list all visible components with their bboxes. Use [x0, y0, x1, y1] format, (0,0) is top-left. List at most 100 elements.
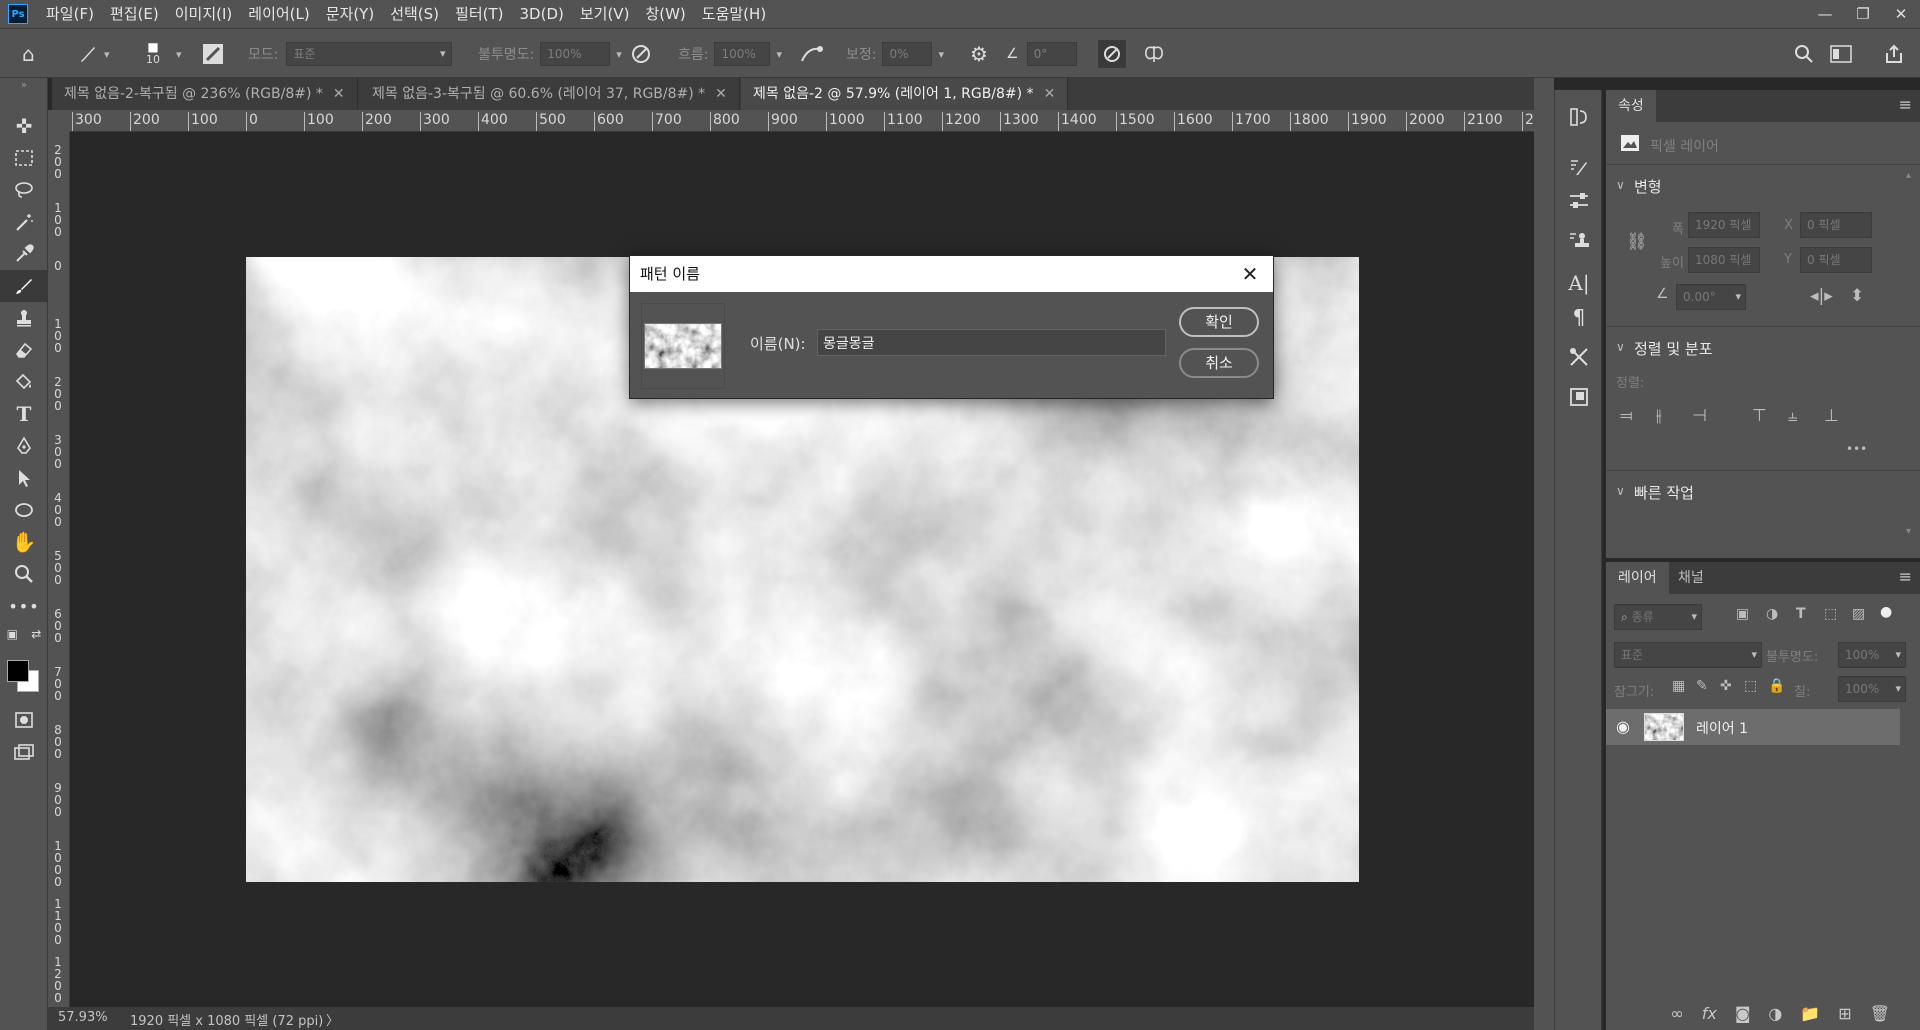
- status-menu-arrow[interactable]: 〉: [326, 1010, 339, 1029]
- tab-document-2[interactable]: 제목 없음-3-복구됨 @ 60.6% (레이어 37, RGB/8#) * ✕: [360, 78, 740, 110]
- tab-document-1[interactable]: 제목 없음-2-복구됨 @ 236% (RGB/8#) * ✕: [52, 78, 358, 110]
- airbrush-icon[interactable]: [800, 29, 824, 79]
- layer-opacity-field[interactable]: 100% ▾: [1838, 642, 1906, 668]
- angle-input[interactable]: 0°: [1026, 42, 1077, 66]
- menu-help[interactable]: 도움말(H): [694, 0, 774, 28]
- delete-layer-icon[interactable]: 🗑: [1870, 1004, 1890, 1023]
- menu-image[interactable]: 이미지(I): [167, 0, 241, 28]
- new-layer-icon[interactable]: ⊞: [1838, 1004, 1851, 1023]
- align-center-v-icon[interactable]: ⫨: [1788, 406, 1798, 426]
- close-icon[interactable]: ✕: [333, 86, 345, 102]
- y-field[interactable]: 0 픽셀: [1800, 247, 1872, 273]
- close-window-icon[interactable]: ✕: [1882, 0, 1920, 28]
- properties-scrollbar[interactable]: ▴ ▾: [1906, 170, 1916, 550]
- smoothing-dropdown-icon[interactable]: ▾: [938, 48, 944, 61]
- chevron-down-icon[interactable]: ∨: [1616, 340, 1625, 354]
- fx-icon[interactable]: fx: [1702, 1004, 1717, 1023]
- flip-vertical-icon[interactable]: ⬍: [1850, 286, 1864, 306]
- opacity-dropdown-icon[interactable]: ▾: [616, 48, 622, 61]
- brush-size-dropdown-icon[interactable]: ▾: [176, 29, 182, 79]
- move-tool-icon[interactable]: ✜: [0, 110, 48, 142]
- tab-layers[interactable]: 레이어: [1606, 562, 1669, 594]
- fill-field[interactable]: 100% ▾: [1838, 676, 1906, 702]
- stamp-tool-icon[interactable]: [0, 302, 48, 334]
- zoom-level[interactable]: 57.93%: [58, 1010, 108, 1025]
- blend-mode-select[interactable]: 표준 ▾: [1614, 642, 1762, 668]
- share-icon[interactable]: [1884, 29, 1904, 79]
- magic-wand-tool-icon[interactable]: [0, 206, 48, 238]
- more-options-icon[interactable]: •••: [1846, 442, 1867, 456]
- panel-menu-icon[interactable]: ≡: [1899, 95, 1912, 114]
- collapse-icon[interactable]: »: [0, 78, 48, 92]
- menu-edit[interactable]: 편집(E): [102, 0, 167, 28]
- filter-shape-icon[interactable]: ⬚: [1824, 606, 1837, 622]
- lock-transparent-icon[interactable]: ▦: [1672, 678, 1685, 694]
- width-field[interactable]: 1920 픽셀: [1688, 212, 1760, 238]
- close-icon[interactable]: ✕: [715, 86, 727, 102]
- ok-button[interactable]: 확인: [1179, 307, 1259, 337]
- pressure-opacity-icon[interactable]: [630, 29, 652, 79]
- chevron-down-icon[interactable]: ∨: [1616, 484, 1625, 498]
- lock-all-icon[interactable]: 🔒: [1768, 678, 1785, 694]
- close-icon[interactable]: ✕: [1235, 256, 1265, 292]
- symmetry-icon[interactable]: [1142, 29, 1166, 79]
- eyedropper-tool-icon[interactable]: [0, 238, 48, 270]
- paragraph-panel-icon[interactable]: ¶: [1555, 300, 1603, 334]
- ellipse-tool-icon[interactable]: [0, 494, 48, 526]
- link-layers-icon[interactable]: ∞: [1670, 1004, 1683, 1023]
- filter-smart-object-icon[interactable]: ▨: [1852, 606, 1865, 622]
- tool-presets-icon[interactable]: [1555, 340, 1603, 374]
- swap-colors-icon[interactable]: ⇄: [31, 627, 41, 641]
- paint-bucket-tool-icon[interactable]: [0, 366, 48, 398]
- menu-layer[interactable]: 레이어(L): [240, 0, 317, 28]
- menu-view[interactable]: 보기(V): [572, 0, 638, 28]
- screen-mode-icon[interactable]: [0, 736, 48, 768]
- layer-name[interactable]: 레이어 1: [1696, 718, 1748, 738]
- adjustments-icon[interactable]: [1555, 184, 1603, 218]
- new-group-icon[interactable]: 📁: [1800, 1004, 1820, 1023]
- default-colors-icon[interactable]: ▣: [7, 627, 18, 641]
- layer-filter-select[interactable]: ⌕ 종류 ▾: [1614, 604, 1702, 630]
- align-bottom-icon[interactable]: ⊥: [1824, 406, 1839, 426]
- smoothing-settings-icon[interactable]: ⚙: [970, 29, 988, 79]
- hand-tool-icon[interactable]: ✋: [0, 526, 48, 558]
- menu-type[interactable]: 문자(Y): [318, 0, 382, 28]
- brush-size[interactable]: ■ 10: [146, 29, 160, 79]
- rotation-field[interactable]: 0.00° ▾: [1676, 284, 1746, 310]
- foreground-color-swatch[interactable]: [7, 660, 29, 682]
- mode-select[interactable]: 표준 ▾: [286, 42, 453, 66]
- quick-mask-icon[interactable]: [0, 704, 48, 736]
- menu-3d[interactable]: 3D(D): [512, 0, 572, 28]
- path-selection-tool-icon[interactable]: [0, 462, 48, 494]
- clone-source-icon[interactable]: [1555, 224, 1603, 258]
- menu-file[interactable]: 파일(F): [38, 0, 102, 28]
- align-top-icon[interactable]: ⊤: [1752, 406, 1767, 426]
- align-center-h-icon[interactable]: ⫲: [1656, 406, 1662, 426]
- brush-preset-icon[interactable]: ▾: [78, 29, 110, 79]
- filter-pixel-icon[interactable]: ▣: [1736, 606, 1749, 622]
- brush-settings-panel-icon[interactable]: [1555, 150, 1603, 184]
- menu-select[interactable]: 선택(S): [382, 0, 447, 28]
- lock-position-icon[interactable]: ✜: [1720, 678, 1732, 694]
- height-field[interactable]: 1080 픽셀: [1688, 247, 1760, 273]
- brush-tool-icon[interactable]: [0, 270, 48, 302]
- zoom-tool-icon[interactable]: [0, 558, 48, 590]
- eraser-tool-icon[interactable]: [0, 334, 48, 366]
- artboard-panel-icon[interactable]: [1555, 380, 1603, 414]
- eye-icon[interactable]: ◉: [1616, 717, 1630, 736]
- pattern-name-input[interactable]: [817, 329, 1166, 356]
- marquee-tool-icon[interactable]: [0, 142, 48, 174]
- more-tools-icon[interactable]: •••: [0, 590, 48, 622]
- history-icon[interactable]: [1555, 100, 1603, 134]
- smoothing-input[interactable]: 0%: [882, 42, 933, 66]
- lock-artboard-icon[interactable]: ⬚: [1744, 678, 1757, 694]
- flip-horizontal-icon[interactable]: ◂|▸: [1810, 286, 1833, 306]
- opacity-input[interactable]: 100%: [540, 42, 611, 66]
- align-right-icon[interactable]: ⊣: [1692, 406, 1707, 426]
- x-field[interactable]: 0 픽셀: [1800, 212, 1872, 238]
- cancel-button[interactable]: 취소: [1179, 348, 1259, 378]
- tab-properties[interactable]: 속성: [1606, 90, 1656, 122]
- menu-window[interactable]: 창(W): [637, 0, 693, 28]
- home-icon[interactable]: ⌂: [22, 29, 35, 79]
- close-icon[interactable]: ✕: [1044, 86, 1056, 102]
